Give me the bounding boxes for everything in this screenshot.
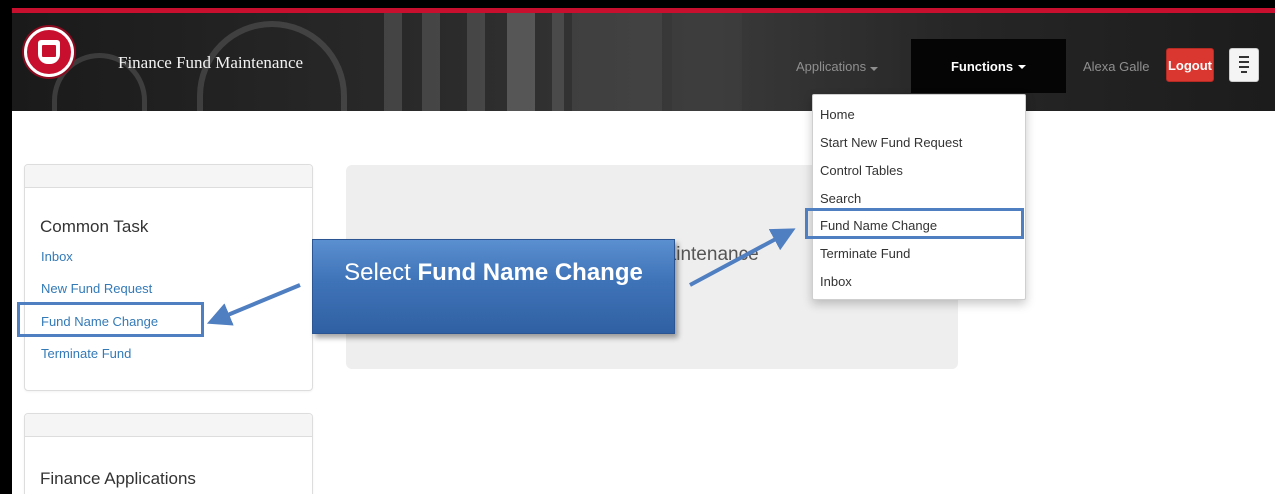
arrow-to-menu-item bbox=[689, 228, 796, 287]
menu-item-control-tables[interactable]: Control Tables bbox=[820, 163, 903, 178]
callout-arrows bbox=[206, 228, 796, 326]
menu-item-terminate-fund[interactable]: Terminate Fund bbox=[820, 246, 910, 261]
menu-item-search[interactable]: Search bbox=[820, 191, 861, 206]
menu-highlight-box bbox=[805, 208, 1024, 239]
menu-item-inbox[interactable]: Inbox bbox=[820, 274, 852, 289]
menu-item-start-new-fund-request[interactable]: Start New Fund Request bbox=[820, 135, 962, 150]
functions-dropdown-menu: Home Start New Fund Request Control Tabl… bbox=[812, 94, 1026, 300]
menu-item-home[interactable]: Home bbox=[820, 107, 855, 122]
arrow-to-sidebar-link bbox=[206, 283, 301, 326]
